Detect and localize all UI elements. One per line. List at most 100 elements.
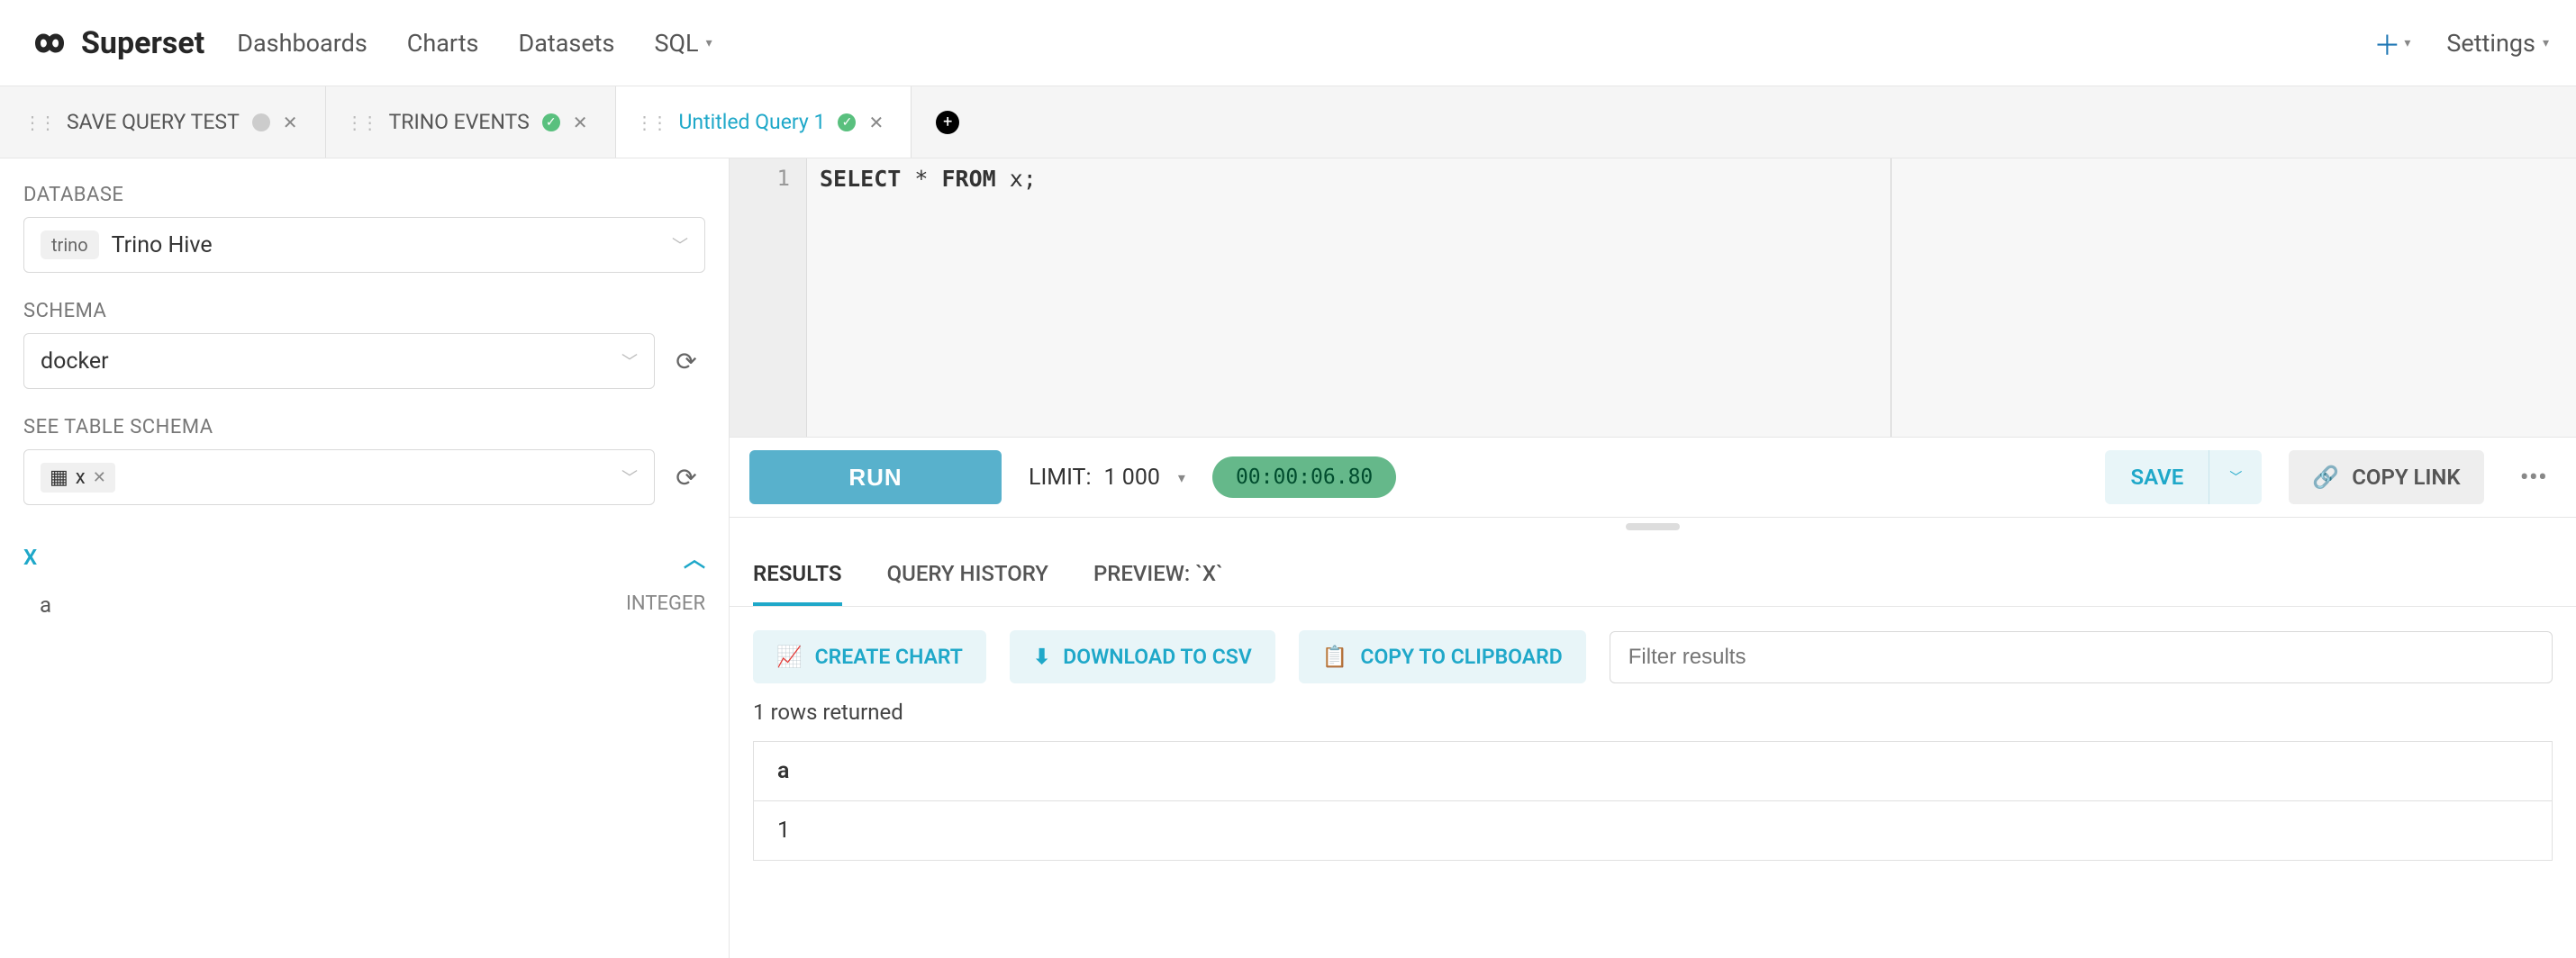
chevron-down-icon: ﹀	[621, 349, 638, 373]
table-cell: 1	[754, 801, 2552, 860]
caret-down-icon: ▾	[2404, 36, 2410, 50]
right-pane: 1 SELECT * FROM x; RUN LIMIT: 1 000 ▾ 00…	[730, 158, 2576, 958]
chevron-down-icon: ﹀	[672, 233, 688, 257]
create-chart-button[interactable]: 📈 CREATE CHART	[753, 630, 986, 683]
sql-token: x;	[996, 166, 1037, 192]
rows-returned-text: 1 rows returned	[730, 692, 2576, 741]
close-icon[interactable]: ✕	[868, 112, 884, 133]
clipboard-icon: 📋	[1322, 645, 1348, 669]
tab-results[interactable]: RESULTS	[753, 561, 842, 606]
tab-label: Untitled Query 1	[679, 110, 826, 134]
close-icon[interactable]: ✕	[573, 112, 588, 133]
sql-tab-untitled-1[interactable]: ⋮⋮ Untitled Query 1 ✓ ✕	[616, 86, 912, 158]
download-csv-button[interactable]: ⬇ DOWNLOAD TO CSV	[1010, 630, 1275, 683]
copy-clipboard-button[interactable]: 📋 COPY TO CLIPBOARD	[1299, 630, 1586, 683]
copy-link-button[interactable]: 🔗 COPY LINK	[2289, 450, 2483, 504]
save-dropdown-button[interactable]: ﹀	[2209, 450, 2262, 504]
drag-handle-icon: ⋮⋮	[346, 112, 376, 133]
copy-link-label: COPY LINK	[2352, 465, 2460, 490]
table-chip-label: x	[76, 466, 86, 489]
close-icon[interactable]: ✕	[283, 112, 298, 133]
column-name: a	[40, 592, 51, 618]
column-row: a INTEGER	[23, 589, 705, 621]
filter-results-input[interactable]	[1610, 631, 2553, 683]
schema-value: docker	[41, 348, 109, 375]
refresh-schema-button[interactable]: ⟳	[667, 342, 705, 380]
infinity-icon	[27, 30, 72, 57]
nav-right: ＋ ▾ Settings ▾	[2373, 23, 2549, 63]
plus-icon: ＋	[2373, 23, 2400, 63]
add-tab-button[interactable]: +	[912, 86, 984, 158]
download-icon: ⬇	[1033, 645, 1050, 669]
nav-sql[interactable]: SQL ▾	[654, 29, 712, 58]
result-actions: 📈 CREATE CHART ⬇ DOWNLOAD TO CSV 📋 COPY …	[730, 607, 2576, 692]
remove-chip-icon[interactable]: ✕	[93, 468, 106, 487]
sql-tab-bar: ⋮⋮ SAVE QUERY TEST ✕ ⋮⋮ TRINO EVENTS ✓ ✕…	[0, 86, 2576, 158]
schema-select[interactable]: docker ﹀	[23, 333, 655, 389]
nav-settings[interactable]: Settings ▾	[2446, 29, 2549, 58]
table-name: X	[23, 545, 37, 570]
chevron-down-icon: ﹀	[621, 465, 638, 489]
tab-query-history[interactable]: QUERY HISTORY	[887, 561, 1048, 606]
table-header-cell[interactable]: a	[754, 742, 2552, 801]
table-icon: ▦	[50, 466, 68, 489]
column-type: INTEGER	[626, 592, 705, 618]
result-tab-bar: RESULTS QUERY HISTORY PREVIEW: `X`	[730, 536, 2576, 607]
database-select[interactable]: trino Trino Hive ﹀	[23, 217, 705, 273]
caret-down-icon: ▾	[2543, 36, 2549, 50]
nav-charts[interactable]: Charts	[407, 29, 479, 58]
table-schema-header[interactable]: X ︿	[23, 541, 705, 573]
limit-label: LIMIT:	[1029, 465, 1092, 491]
sql-editor[interactable]: 1 SELECT * FROM x;	[730, 158, 2576, 438]
engine-tag: trino	[41, 230, 99, 259]
caret-down-icon: ▾	[706, 36, 712, 50]
editor-gutter: 1	[730, 158, 807, 437]
database-label: DATABASE	[23, 184, 705, 206]
limit-selector[interactable]: LIMIT: 1 000 ▾	[1029, 465, 1185, 491]
tab-preview[interactable]: PREVIEW: `X`	[1093, 561, 1223, 606]
refresh-icon: ⟳	[676, 463, 696, 493]
add-new-button[interactable]: ＋ ▾	[2373, 23, 2410, 63]
main-split: DATABASE trino Trino Hive ﹀ SCHEMA docke…	[0, 158, 2576, 958]
download-csv-label: DOWNLOAD TO CSV	[1063, 645, 1252, 669]
schema-label: SCHEMA	[23, 300, 705, 322]
superset-logo[interactable]: Superset	[27, 25, 204, 61]
chart-icon: 📈	[776, 645, 803, 669]
copy-clipboard-label: COPY TO CLIPBOARD	[1360, 645, 1562, 669]
editor-code[interactable]: SELECT * FROM x;	[807, 158, 2576, 437]
more-actions-button[interactable]: •••	[2511, 462, 2556, 493]
status-dot-icon	[252, 113, 270, 131]
dots-horizontal-icon: •••	[2520, 462, 2547, 493]
sql-tab-save-query-test[interactable]: ⋮⋮ SAVE QUERY TEST ✕	[4, 86, 326, 158]
nav-settings-label: Settings	[2446, 29, 2535, 58]
nav-links: Dashboards Charts Datasets SQL ▾	[237, 29, 712, 58]
see-table-label: SEE TABLE SCHEMA	[23, 416, 705, 438]
database-value: Trino Hive	[112, 232, 213, 258]
elapsed-time-badge: 00:00:06.80	[1212, 456, 1396, 498]
limit-value: 1 000	[1104, 465, 1160, 491]
status-dot-icon: ✓	[838, 113, 856, 131]
line-number: 1	[730, 166, 790, 191]
results-table: a 1	[753, 741, 2553, 861]
pane-resize-handle[interactable]	[1626, 523, 1680, 530]
nav-sql-label: SQL	[654, 29, 698, 58]
editor-toolbar: RUN LIMIT: 1 000 ▾ 00:00:06.80 SAVE ﹀ 🔗 …	[730, 438, 2576, 518]
sql-keyword: FROM	[941, 166, 995, 192]
refresh-table-button[interactable]: ⟳	[667, 458, 705, 496]
sql-token: *	[901, 166, 941, 192]
create-chart-label: CREATE CHART	[815, 645, 963, 669]
nav-datasets[interactable]: Datasets	[519, 29, 615, 58]
top-nav: Superset Dashboards Charts Datasets SQL …	[0, 0, 2576, 86]
save-button-group: SAVE ﹀	[2105, 450, 2262, 504]
run-button[interactable]: RUN	[749, 450, 1002, 504]
table-chip: ▦ x ✕	[41, 463, 115, 493]
chevron-up-icon: ︿	[684, 541, 705, 573]
status-dot-icon: ✓	[542, 113, 560, 131]
drag-handle-icon: ⋮⋮	[636, 112, 667, 133]
save-button[interactable]: SAVE	[2105, 450, 2209, 504]
link-icon: 🔗	[2312, 465, 2339, 490]
sql-tab-trino-events[interactable]: ⋮⋮ TRINO EVENTS ✓ ✕	[326, 86, 616, 158]
plus-circle-icon: +	[936, 111, 959, 134]
nav-dashboards[interactable]: Dashboards	[237, 29, 367, 58]
table-select[interactable]: ▦ x ✕ ﹀	[23, 449, 655, 505]
